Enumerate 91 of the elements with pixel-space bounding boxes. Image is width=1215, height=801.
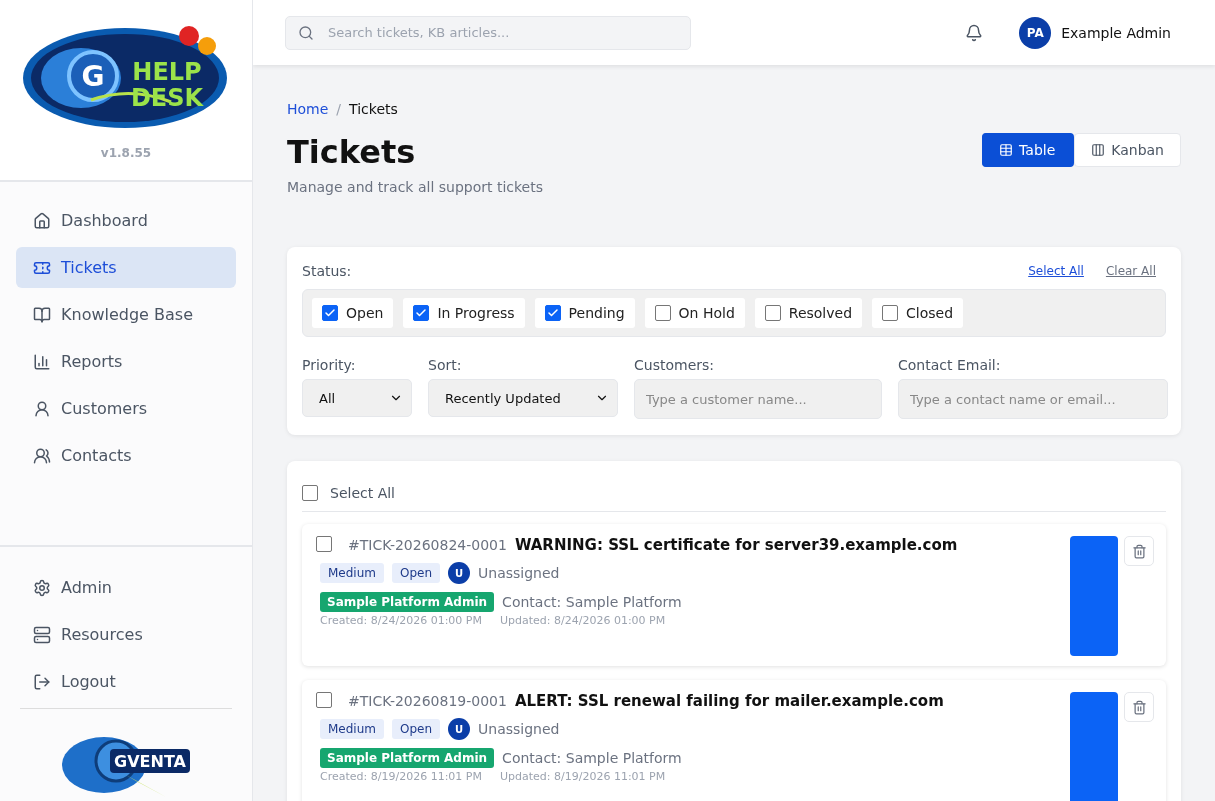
user-icon — [33, 399, 51, 418]
checkbox[interactable] — [322, 305, 338, 321]
ticket-id: #TICK-20260824-0001 — [348, 537, 507, 553]
gventa-logo: GVENTA — [56, 725, 196, 801]
search-field[interactable]: Search tickets, KB articles... — [285, 15, 691, 50]
checkbox[interactable] — [764, 305, 781, 321]
view-toggle-button[interactable]: Kanban — [1074, 133, 1181, 167]
home-icon — [33, 211, 51, 230]
ticket-title: WARNING: SSL certificate for server39.example.com — [514, 536, 958, 554]
clear-all-link[interactable]: Clear All — [1105, 264, 1156, 278]
page-title: Tickets — [287, 133, 417, 171]
search-input[interactable]: Search tickets, KB articles... — [326, 24, 678, 41]
created-date: Created: 8/19/2026 11:01 PM — [320, 770, 482, 783]
checkbox[interactable] — [882, 305, 899, 321]
customer-tag: Sample Platform Admin — [320, 748, 495, 768]
status-checkbox[interactable]: On Hold — [644, 298, 745, 328]
status-tag: Open — [392, 719, 441, 739]
sidebar-item[interactable]: Logout — [16, 661, 236, 702]
sidebar-item[interactable]: Contacts — [16, 435, 236, 476]
logout-icon — [33, 672, 51, 691]
select-all-link[interactable]: Select All — [1028, 264, 1084, 278]
columns-icon — [1091, 143, 1106, 157]
customers-field[interactable]: Type a customer name... — [634, 379, 882, 419]
assignee-name: Unassigned — [478, 565, 560, 581]
status-tag: Open — [392, 563, 441, 583]
created-date: Created: 8/24/2026 01:00 PM — [320, 614, 482, 627]
view-toggle-button[interactable]: Table — [982, 133, 1075, 167]
check-icon — [546, 307, 559, 319]
priority-label: Priority: — [302, 357, 357, 373]
contact-text: Contact: Sample Platform — [502, 750, 682, 766]
status-checkbox[interactable]: In Progress — [403, 298, 525, 328]
delete-button[interactable] — [1124, 536, 1154, 566]
sidebar-item[interactable]: Resources — [16, 614, 236, 655]
status-checkbox[interactable]: Pending — [534, 298, 635, 328]
trash-icon — [1131, 699, 1147, 715]
sidebar-item[interactable]: Tickets — [16, 247, 236, 288]
priority-select[interactable]: All — [302, 379, 412, 417]
users-icon — [33, 446, 51, 465]
check-icon — [324, 307, 336, 319]
select-all-label: Select All — [330, 485, 395, 501]
server-icon — [33, 625, 51, 644]
assignee-avatar: U — [448, 562, 471, 584]
sidebar-item[interactable]: Customers — [16, 388, 236, 429]
notifications-button[interactable] — [965, 23, 984, 42]
version-label: v1.8.55 — [100, 146, 152, 160]
bell-icon — [965, 23, 984, 42]
breadcrumb-current: Tickets — [349, 101, 398, 117]
sidebar-item[interactable]: Admin — [16, 567, 236, 608]
priority-tag: Medium — [320, 563, 384, 583]
bar-chart-icon — [33, 352, 51, 371]
ticket-checkbox[interactable] — [316, 692, 332, 708]
breadcrumb-link[interactable]: Home — [287, 101, 329, 117]
contact-email-field[interactable]: Type a contact name or email... — [898, 379, 1168, 419]
checkbox[interactable] — [654, 305, 671, 321]
updated-date: Updated: 8/19/2026 11:01 PM — [499, 770, 666, 783]
trash-icon — [1131, 543, 1147, 559]
customer-tag: Sample Platform Admin — [320, 592, 495, 612]
settings-icon — [33, 578, 51, 597]
sort-select[interactable]: Recently Updated — [428, 379, 618, 417]
status-checkbox[interactable]: Closed — [872, 298, 964, 328]
select-all-checkbox[interactable] — [302, 485, 318, 501]
user-avatar[interactable]: PA — [1019, 16, 1052, 49]
checkbox[interactable] — [544, 305, 561, 321]
ticket-id: #TICK-20260819-0001 — [348, 693, 507, 709]
check-icon — [415, 307, 428, 319]
sidebar-item[interactable]: Reports — [16, 341, 236, 382]
sort-label: Sort: — [428, 357, 463, 373]
table-icon — [999, 143, 1014, 157]
checkbox[interactable] — [413, 305, 430, 321]
contact-email-label: Contact Email: — [898, 357, 1002, 373]
delete-button[interactable] — [1124, 692, 1154, 722]
customers-label: Customers: — [634, 357, 715, 373]
status-label: Status: — [302, 263, 352, 279]
ticket-checkbox[interactable] — [316, 536, 332, 552]
ticket-card[interactable]: #TICK-20260819-0001 ALERT: SSL renewal failing for mailer.example.com Medium Open U Unassigned Sample Platform Admin Contact: Sample Platform Created: 8/19/2026 11:01 PM Updated: 8/19/2026 11:01 PM — [302, 680, 1166, 801]
page-subtitle: Manage and track all support tickets — [287, 179, 544, 195]
user-name: Example Admin — [1061, 24, 1171, 41]
updated-date: Updated: 8/24/2026 01:00 PM — [499, 614, 666, 627]
contact-text: Contact: Sample Platform — [502, 594, 682, 610]
priority-tag: Medium — [320, 719, 384, 739]
search-icon — [298, 24, 314, 41]
breadcrumb-separator: / — [336, 101, 342, 117]
ticket-card[interactable]: #TICK-20260824-0001 WARNING: SSL certificate for server39.example.com Medium Open U Unassigned Sample Platform Admin Contact: Sample Platform Created: 8/24/2026 01:00 PM Updated: 8/24/2026 01:00 PM — [302, 524, 1166, 666]
book-icon — [33, 305, 51, 324]
sidebar-item[interactable]: Knowledge Base — [16, 294, 236, 335]
status-checkbox[interactable]: Resolved — [754, 298, 863, 328]
ticket-title: ALERT: SSL renewal failing for mailer.example.com — [514, 692, 944, 710]
assignee-avatar: U — [448, 718, 471, 740]
assignee-name: Unassigned — [478, 721, 560, 737]
sidebar-item[interactable]: Dashboard — [16, 200, 236, 241]
status-checkbox[interactable]: Open — [312, 298, 394, 328]
